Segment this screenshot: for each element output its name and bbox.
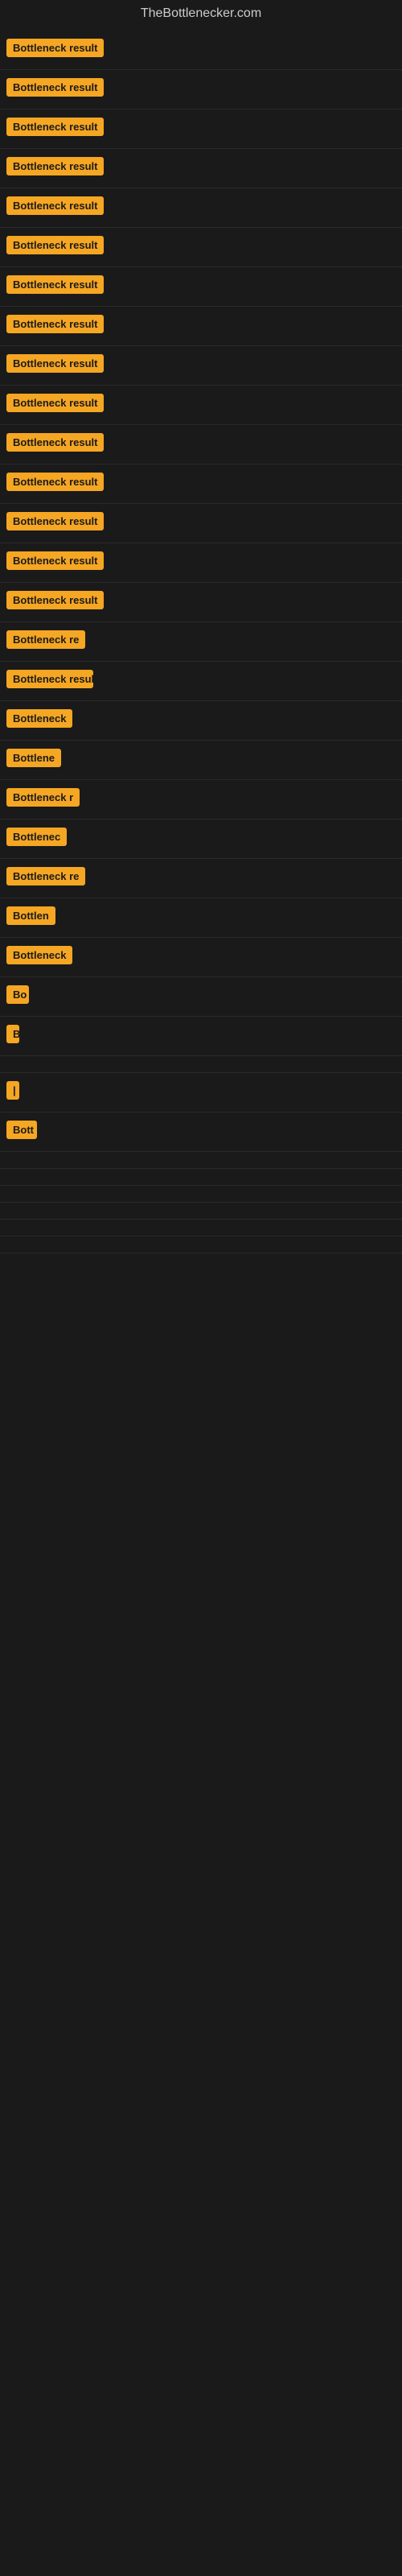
bottleneck-result-badge[interactable]: Bottleneck re <box>6 867 85 886</box>
bottleneck-result-badge[interactable]: Bottleneck result <box>6 591 104 609</box>
bottleneck-result-badge[interactable]: Bottleneck r <box>6 788 80 807</box>
list-item: B <box>0 1017 402 1056</box>
bottleneck-result-badge[interactable]: Bottleneck result <box>6 473 104 491</box>
list-item: Bottlene <box>0 741 402 780</box>
bottleneck-result-badge[interactable]: Bottleneck result <box>6 512 104 530</box>
list-item: Bottleneck result <box>0 307 402 346</box>
list-item: Bottlen <box>0 898 402 938</box>
bottleneck-result-badge[interactable]: Bottleneck result <box>6 39 104 57</box>
bottleneck-result-badge[interactable]: | <box>6 1081 19 1100</box>
list-item: Bottleneck <box>0 701 402 741</box>
list-item <box>0 1220 402 1236</box>
list-item: Bottleneck result <box>0 31 402 70</box>
list-item: Bottleneck result <box>0 267 402 307</box>
list-item: | <box>0 1073 402 1113</box>
bottleneck-result-badge[interactable]: Bottleneck <box>6 709 72 728</box>
list-item: Bottleneck result <box>0 188 402 228</box>
bottleneck-result-badge[interactable]: Bottlen <box>6 906 55 925</box>
list-item <box>0 1169 402 1186</box>
bottleneck-result-badge[interactable]: Bo <box>6 985 29 1004</box>
bottleneck-result-badge[interactable]: Bottleneck result <box>6 118 104 136</box>
list-item <box>0 1152 402 1169</box>
bottleneck-result-badge[interactable]: Bott <box>6 1121 37 1139</box>
list-item: Bottleneck result <box>0 109 402 149</box>
bottleneck-result-badge[interactable]: Bottleneck resul <box>6 670 93 688</box>
list-item <box>0 1203 402 1220</box>
bottleneck-list: Bottleneck result Bottleneck result Bottle… <box>0 27 402 1257</box>
list-item: Bottleneck result <box>0 346 402 386</box>
bottleneck-result-badge[interactable]: Bottleneck result <box>6 315 104 333</box>
bottleneck-result-badge[interactable]: Bottleneck result <box>6 551 104 570</box>
list-item: Bottleneck re <box>0 859 402 898</box>
list-item: Bottleneck result <box>0 425 402 464</box>
bottleneck-result-badge[interactable]: Bottleneck result <box>6 354 104 373</box>
bottleneck-result-badge[interactable]: Bottleneck <box>6 946 72 964</box>
list-item: Bottleneck r <box>0 780 402 819</box>
list-item: Bottleneck resul <box>0 662 402 701</box>
list-item <box>0 1186 402 1203</box>
list-item: Bottleneck result <box>0 70 402 109</box>
list-item: Bottleneck result <box>0 543 402 583</box>
bottleneck-result-badge[interactable]: Bottleneck result <box>6 394 104 412</box>
list-item: Bott <box>0 1113 402 1152</box>
list-item: Bottleneck result <box>0 504 402 543</box>
list-item: Bottleneck result <box>0 228 402 267</box>
list-item: Bo <box>0 977 402 1017</box>
bottleneck-result-badge[interactable]: Bottleneck result <box>6 433 104 452</box>
list-item: Bottleneck result <box>0 386 402 425</box>
list-item: Bottlenec <box>0 819 402 859</box>
site-title: TheBottlenecker.com <box>0 0 402 27</box>
bottleneck-result-badge[interactable]: Bottlenec <box>6 828 67 846</box>
bottleneck-result-badge[interactable]: Bottleneck result <box>6 196 104 215</box>
bottleneck-result-badge[interactable]: Bottleneck re <box>6 630 85 649</box>
bottleneck-result-badge[interactable]: Bottlene <box>6 749 61 767</box>
list-item: Bottleneck <box>0 938 402 977</box>
bottleneck-result-badge[interactable]: B <box>6 1025 19 1043</box>
list-item <box>0 1056 402 1073</box>
bottleneck-result-badge[interactable]: Bottleneck result <box>6 236 104 254</box>
list-item: Bottleneck re <box>0 622 402 662</box>
list-item: Bottleneck result <box>0 149 402 188</box>
bottleneck-result-badge[interactable]: Bottleneck result <box>6 275 104 294</box>
list-item: Bottleneck result <box>0 464 402 504</box>
bottleneck-result-badge[interactable]: Bottleneck result <box>6 157 104 175</box>
list-item: Bottleneck result <box>0 583 402 622</box>
list-item <box>0 1236 402 1253</box>
bottleneck-result-badge[interactable]: Bottleneck result <box>6 78 104 97</box>
